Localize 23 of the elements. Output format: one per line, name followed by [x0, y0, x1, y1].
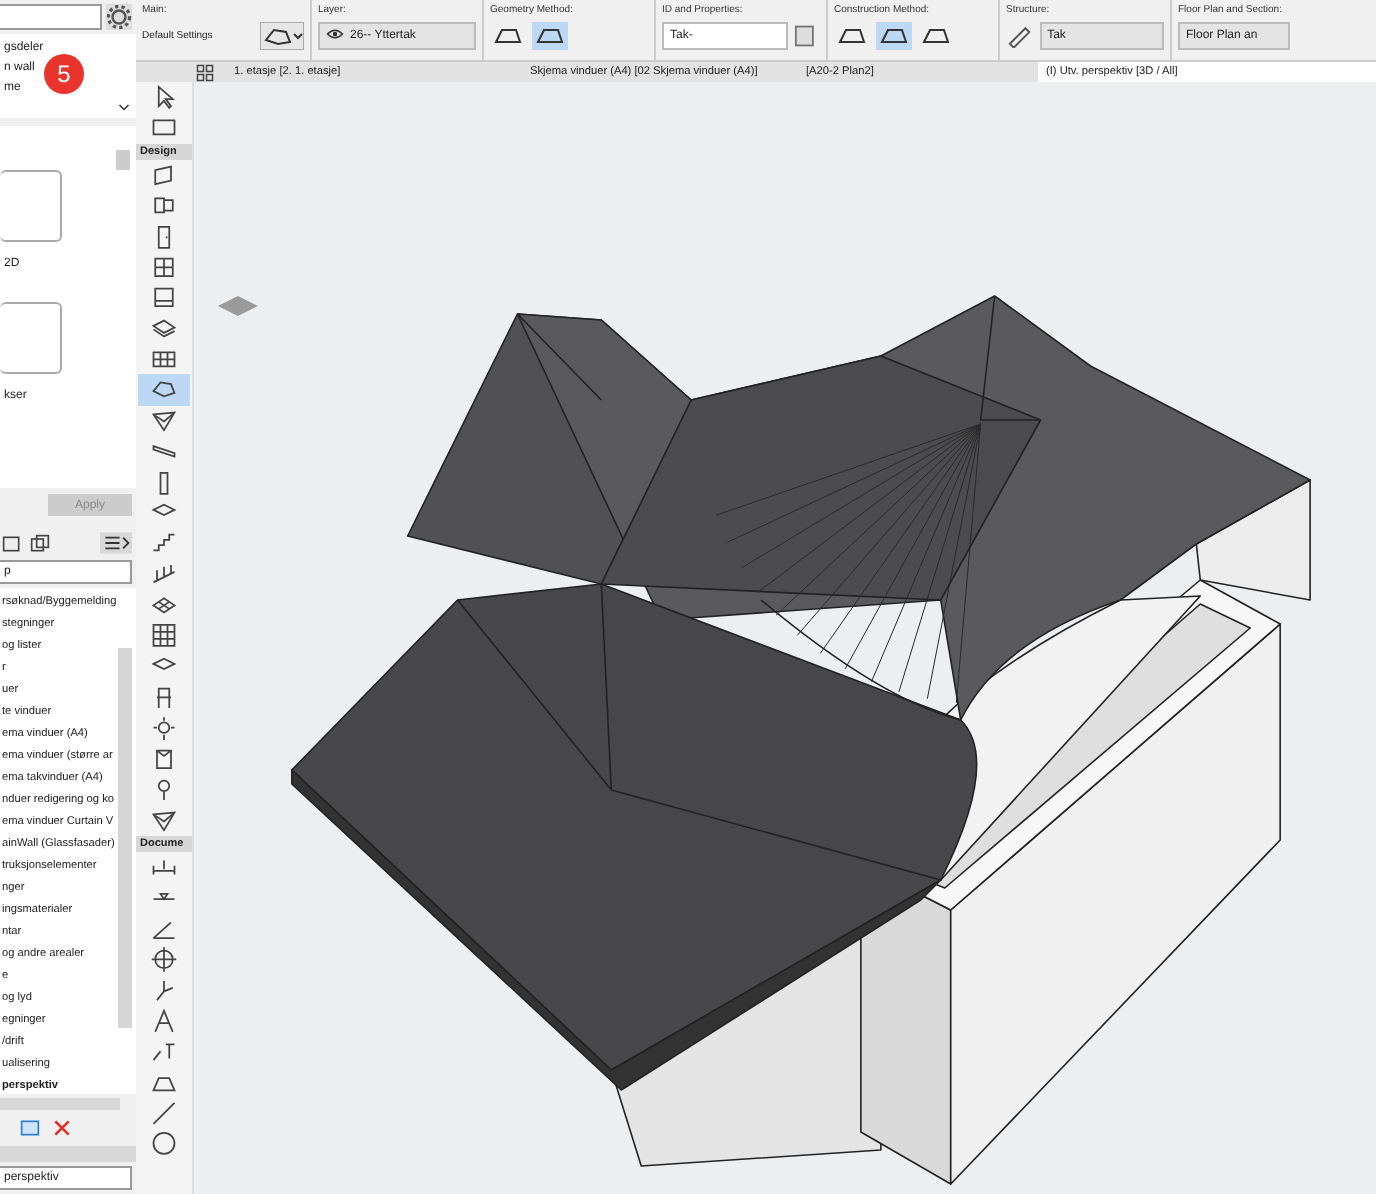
layout-icon[interactable]	[2, 533, 22, 554]
preview-box	[0, 170, 62, 243]
close-icon[interactable]	[52, 1118, 72, 1139]
menu-icon[interactable]	[100, 532, 132, 555]
roof-icon[interactable]	[260, 22, 304, 50]
roof-tool-icon[interactable]	[138, 374, 190, 406]
copy-icon[interactable]	[30, 533, 50, 554]
construction-option-icon[interactable]	[876, 22, 912, 50]
scrollbar[interactable]	[0, 1097, 120, 1111]
pencil-icon[interactable]	[1006, 24, 1034, 48]
search-field[interactable]	[0, 4, 102, 31]
chevron-down-icon[interactable]	[118, 102, 130, 115]
geometry-option-icon[interactable]	[532, 22, 568, 50]
properties-icon[interactable]	[793, 24, 820, 48]
step-badge: 5	[44, 54, 84, 95]
settings-icon[interactable]	[106, 4, 132, 31]
grid-icon[interactable]	[196, 63, 214, 81]
preview-box	[0, 302, 62, 375]
eye-icon[interactable]	[326, 28, 344, 41]
scrollbar[interactable]	[118, 648, 132, 1029]
window-icon[interactable]	[20, 1118, 40, 1139]
small-tile-drawing	[217, 296, 258, 316]
scrollbar[interactable]	[116, 150, 130, 171]
